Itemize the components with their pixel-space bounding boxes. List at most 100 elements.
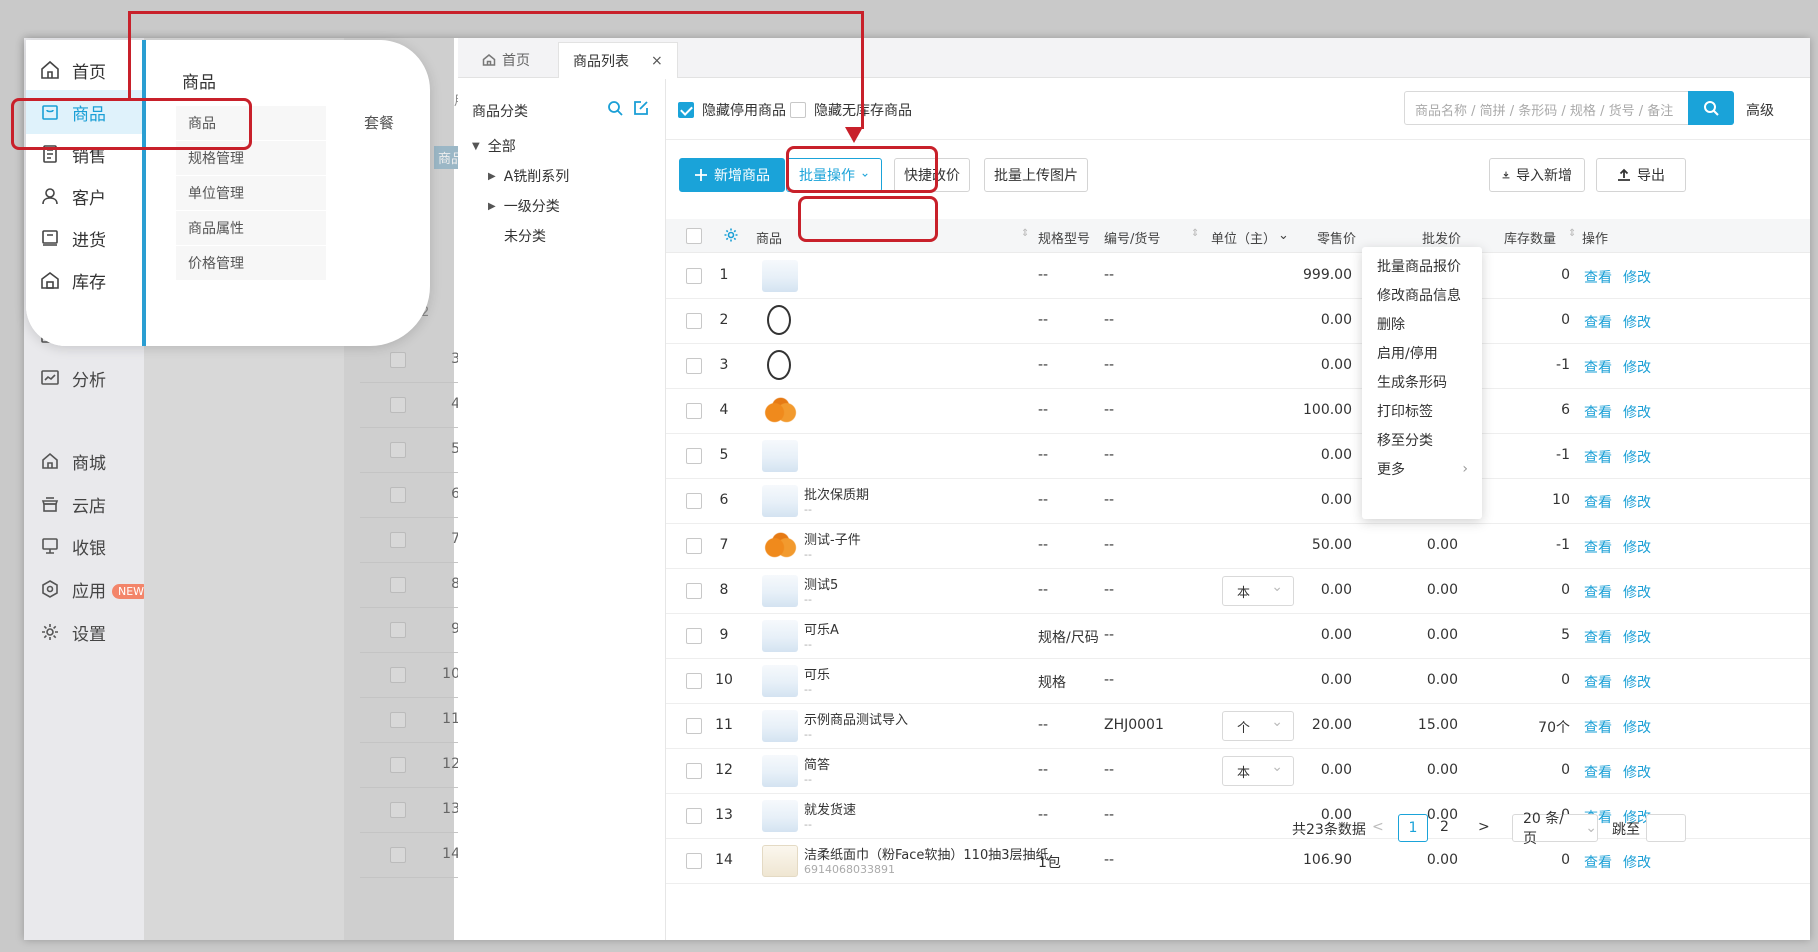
edit-link[interactable]: 修改 (1623, 717, 1651, 737)
gear-icon[interactable] (723, 227, 739, 243)
table-row[interactable]: 9 可乐A -- 规格/尺码 -- 0.00 0.00 5 查看 修改 (666, 614, 1810, 659)
import-button[interactable]: 导入新增 (1489, 158, 1585, 192)
menu-item-print-label[interactable]: 打印标签 (1362, 396, 1482, 426)
view-link[interactable]: 查看 (1584, 852, 1612, 872)
select-all-checkbox[interactable] (686, 228, 702, 244)
tab-home[interactable]: 首页 (468, 42, 544, 78)
table-row[interactable]: 4----100.000.006查看修改 (666, 389, 1810, 434)
sort-icon[interactable]: ⇕ (1568, 228, 1576, 239)
category-node-a-series[interactable]: ▶ A铣削系列 (488, 166, 569, 186)
row-checkbox[interactable] (686, 313, 702, 329)
view-link[interactable]: 查看 (1584, 357, 1612, 377)
view-link[interactable]: 查看 (1584, 672, 1612, 692)
category-node-all[interactable]: ▼ 全部 (472, 136, 516, 156)
sidebar-item-mall[interactable]: 商城 (24, 443, 144, 479)
hide-disabled-checkbox[interactable] (678, 102, 694, 118)
view-link[interactable]: 查看 (1584, 447, 1612, 467)
submenu-item-0[interactable]: 商品 (176, 106, 326, 140)
menu-item-delete[interactable]: 删除 (1362, 309, 1482, 339)
hide-no-stock-checkbox[interactable] (790, 102, 806, 118)
row-checkbox[interactable] (686, 403, 702, 419)
sort-icon[interactable]: ⇕ (1191, 228, 1199, 239)
edit-link[interactable]: 修改 (1623, 492, 1651, 512)
unit-select[interactable]: 本 (1222, 756, 1294, 786)
row-checkbox[interactable] (686, 718, 702, 734)
table-row[interactable]: 2----0.000.000查看修改 (666, 299, 1810, 344)
row-checkbox[interactable] (686, 673, 702, 689)
submenu-item-1[interactable]: 规格管理 (176, 141, 326, 175)
edit-link[interactable]: 修改 (1623, 762, 1651, 782)
table-row[interactable]: 7 测试-子件 -- -- -- 50.00 0.00 -1 查看 修改 (666, 524, 1810, 569)
edit-link[interactable]: 修改 (1623, 447, 1651, 467)
edit-link[interactable]: 修改 (1623, 672, 1651, 692)
product-thumbnail[interactable] (762, 755, 798, 787)
edit-link[interactable]: 修改 (1623, 627, 1651, 647)
product-name[interactable]: 可乐A (804, 619, 839, 638)
unit-select[interactable]: 本 (1222, 576, 1294, 606)
chevron-down-icon[interactable]: ⌄ (1278, 228, 1289, 243)
submenu-item-3[interactable]: 商品属性 (176, 211, 326, 245)
unit-select[interactable]: 个 (1222, 711, 1294, 741)
product-thumbnail[interactable] (767, 305, 791, 335)
view-link[interactable]: 查看 (1584, 402, 1612, 422)
product-thumbnail[interactable] (767, 350, 791, 380)
search-icon[interactable] (606, 99, 624, 117)
nav-item-0[interactable]: 首页 (26, 48, 142, 92)
table-row[interactable]: 10 可乐 -- 规格 -- 0.00 0.00 0 查看 修改 (666, 659, 1810, 704)
product-thumbnail[interactable] (762, 395, 798, 427)
row-checkbox[interactable] (686, 853, 702, 869)
batch-operation-button[interactable]: 批量操作 (786, 158, 882, 192)
nav-item-4[interactable]: 进货 (26, 216, 142, 260)
category-node-uncategorized[interactable]: 未分类 (504, 226, 546, 246)
edit-link[interactable]: 修改 (1623, 537, 1651, 557)
edit-link[interactable]: 修改 (1623, 402, 1651, 422)
hide-disabled-filter[interactable]: 隐藏停用商品 (678, 100, 786, 120)
header-unit[interactable]: 单位（主） (1211, 228, 1276, 247)
table-row[interactable]: 8测试5------本0.000.000查看修改 (666, 569, 1810, 614)
hide-no-stock-filter[interactable]: 隐藏无库存商品 (790, 100, 912, 120)
product-thumbnail[interactable] (762, 485, 798, 517)
nav-item-1[interactable]: 商品 (26, 90, 142, 134)
edit-icon[interactable] (632, 99, 650, 117)
product-thumbnail[interactable] (762, 575, 798, 607)
search-input[interactable]: 商品名称 / 简拼 / 条形码 / 规格 / 货号 / 备注 (1404, 91, 1734, 125)
table-row[interactable]: 11示例商品测试导入----ZHJ0001个20.0015.0070个查看修改 (666, 704, 1810, 749)
view-link[interactable]: 查看 (1584, 582, 1612, 602)
row-checkbox[interactable] (686, 358, 702, 374)
product-thumbnail[interactable] (762, 260, 798, 292)
sidebar-item-cloud-store[interactable]: 云店 (24, 486, 144, 522)
menu-item-enable-disable[interactable]: 启用/停用 (1362, 338, 1482, 368)
sidebar-item-cashier[interactable]: 收银 (24, 528, 144, 564)
next-page-button[interactable]: > (1478, 819, 1490, 835)
sidebar-item-analysis[interactable]: 分析 (24, 360, 144, 396)
product-name[interactable]: 测试5 (804, 574, 838, 593)
prev-page-button[interactable]: < (1372, 819, 1384, 835)
table-row[interactable]: 1----999.000.000查看修改 (666, 254, 1810, 299)
row-checkbox[interactable] (686, 583, 702, 599)
table-row[interactable]: 6批次保质期------0.000.0010查看修改 (666, 479, 1810, 524)
edit-link[interactable]: 修改 (1623, 312, 1651, 332)
view-link[interactable]: 查看 (1584, 537, 1612, 557)
product-name[interactable]: 测试-子件 (804, 529, 861, 548)
product-name[interactable]: 示例商品测试导入 (804, 709, 908, 728)
product-name[interactable]: 批次保质期 (804, 484, 869, 503)
submenu-item-4[interactable]: 价格管理 (176, 246, 326, 280)
view-link[interactable]: 查看 (1584, 492, 1612, 512)
nav-item-5[interactable]: 库存 (26, 258, 142, 302)
search-button[interactable] (1688, 91, 1734, 125)
row-checkbox[interactable] (686, 448, 702, 464)
product-thumbnail[interactable] (762, 530, 798, 562)
nav-item-2[interactable]: 销售 (26, 132, 142, 176)
product-thumbnail[interactable] (762, 710, 798, 742)
view-link[interactable]: 查看 (1584, 267, 1612, 287)
advanced-search-link[interactable]: 高级 (1746, 100, 1774, 120)
product-thumbnail[interactable] (762, 665, 798, 697)
product-thumbnail[interactable] (762, 620, 798, 652)
submenu-bundle[interactable]: 套餐 (364, 112, 394, 133)
menu-item-move-category[interactable]: 移至分类 (1362, 425, 1482, 455)
edit-link[interactable]: 修改 (1623, 357, 1651, 377)
view-link[interactable]: 查看 (1584, 627, 1612, 647)
table-row[interactable]: 3----0.000.00-1查看修改 (666, 344, 1810, 389)
sidebar-item-settings[interactable]: 设置 (24, 614, 144, 650)
view-link[interactable]: 查看 (1584, 312, 1612, 332)
